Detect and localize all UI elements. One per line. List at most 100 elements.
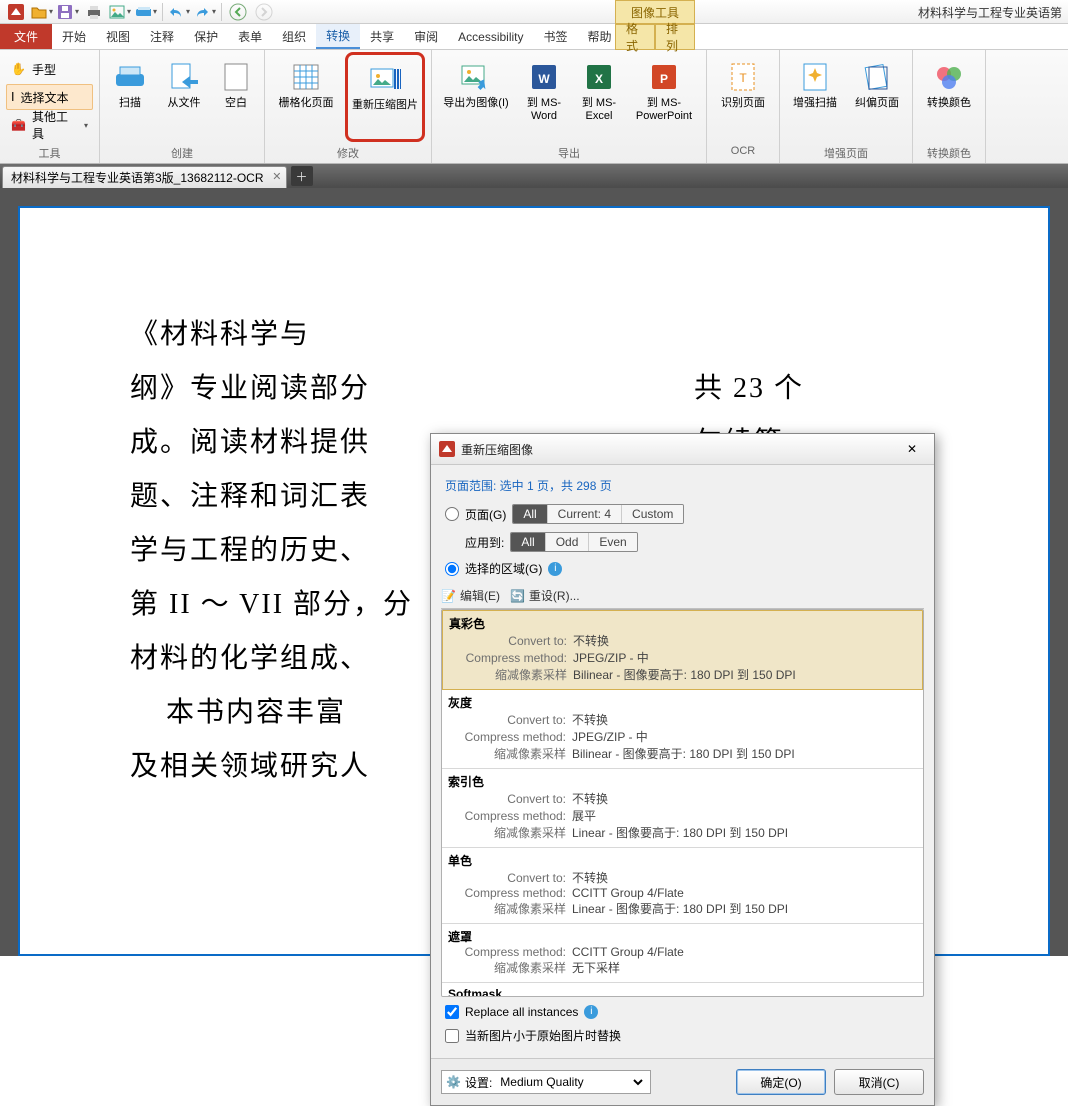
- section-head: 灰度: [448, 694, 917, 711]
- redo-icon[interactable]: ▾: [193, 2, 217, 22]
- label-pages: 页面(G): [465, 506, 506, 523]
- compression-section[interactable]: 真彩色Convert to:不转换Compress method:JPEG/ZI…: [442, 610, 923, 690]
- create-scan[interactable]: 扫描: [106, 52, 154, 142]
- print-icon[interactable]: [82, 2, 106, 22]
- menu-item-5[interactable]: 组织: [272, 24, 316, 49]
- create-blank[interactable]: 空白: [214, 52, 258, 142]
- menu-item-1[interactable]: 视图: [96, 24, 140, 49]
- menu-item-4[interactable]: 表单: [228, 24, 272, 49]
- enhance-scan[interactable]: 增强扫描: [786, 52, 844, 142]
- dialog-close-button[interactable]: ✕: [898, 439, 926, 459]
- compression-section[interactable]: 索引色Convert to:不转换Compress method:展平缩减像素采…: [442, 769, 923, 848]
- seg-pages-current[interactable]: Current: 4: [547, 505, 621, 523]
- menu-item-9[interactable]: Accessibility: [448, 24, 533, 49]
- ok-button[interactable]: 确定(O): [736, 1069, 826, 1095]
- compression-section[interactable]: 灰度Convert to:不转换Compress method:JPEG/ZIP…: [442, 690, 923, 769]
- recompress-dialog: 重新压缩图像 ✕ 页面范围: 选中 1 页，共 298 页 页面(G) All …: [430, 433, 935, 1106]
- dialog-titlebar[interactable]: 重新压缩图像 ✕: [431, 434, 934, 465]
- menu-format[interactable]: 格式: [615, 24, 655, 50]
- page-range-summary[interactable]: 页面范围: 选中 1 页，共 298 页: [445, 477, 924, 494]
- add-tab-button[interactable]: ＋: [291, 166, 313, 186]
- reset-button[interactable]: 🔄重设(R)...: [510, 587, 580, 604]
- recompress-icon: [369, 63, 401, 95]
- export-excel[interactable]: X到 MS-Excel: [574, 52, 624, 142]
- word-icon: W: [528, 61, 560, 93]
- close-tab-icon[interactable]: ✕: [272, 170, 281, 183]
- seg-apply-all[interactable]: All: [511, 533, 544, 551]
- check-replace-all[interactable]: [445, 1005, 459, 1019]
- undo-icon[interactable]: ▾: [167, 2, 191, 22]
- menu-item-7[interactable]: 共享: [360, 24, 404, 49]
- menu-item-6[interactable]: 转换: [316, 24, 360, 49]
- ribbon-group-color: 转换颜色: [919, 145, 979, 161]
- radio-pages[interactable]: [445, 507, 459, 521]
- scan-icon[interactable]: ▾: [134, 2, 158, 22]
- info-icon[interactable]: i: [548, 562, 562, 576]
- menu-item-2[interactable]: 注释: [140, 24, 184, 49]
- export-ppt[interactable]: P到 MS-PowerPoint: [628, 52, 700, 142]
- edit-button[interactable]: 📝编辑(E): [441, 587, 500, 604]
- blank-page-icon: [220, 61, 252, 93]
- compression-list[interactable]: 真彩色Convert to:不转换Compress method:JPEG/ZI…: [441, 609, 924, 997]
- nav-fwd-icon[interactable]: [252, 2, 276, 22]
- preset-select[interactable]: Medium Quality: [496, 1074, 646, 1090]
- compression-section[interactable]: 遮罩Compress method:CCITT Group 4/Flate缩减像…: [442, 924, 923, 983]
- deskew[interactable]: 纠偏页面: [848, 52, 906, 142]
- tool-hand[interactable]: ✋手型: [6, 56, 93, 82]
- menu-file[interactable]: 文件: [0, 24, 52, 49]
- ribbon-group-enhance: 增强页面: [786, 145, 906, 161]
- nav-back-icon[interactable]: [226, 2, 250, 22]
- gear-icon: ⚙️: [446, 1075, 461, 1089]
- doc-tab-title: 材料科学与工程专业英语第3版_13682112-OCR: [11, 169, 264, 186]
- compression-section[interactable]: 单色Convert to:不转换Compress method:CCITT Gr…: [442, 848, 923, 924]
- recompress-images[interactable]: 重新压缩图片: [345, 52, 425, 142]
- rasterize-pages[interactable]: 栅格化页面: [271, 52, 341, 142]
- info-icon[interactable]: i: [584, 1005, 598, 1019]
- scanner-icon: [114, 61, 146, 93]
- menu-item-8[interactable]: 审阅: [404, 24, 448, 49]
- seg-pages-custom[interactable]: Custom: [621, 505, 683, 523]
- convert-color[interactable]: 转换颜色: [919, 52, 979, 142]
- enhance-icon: [799, 61, 831, 93]
- tool-other[interactable]: 🧰其他工具▾: [6, 112, 93, 138]
- svg-text:P: P: [660, 72, 668, 86]
- export-word[interactable]: W到 MS-Word: [518, 52, 570, 142]
- excel-icon: X: [583, 61, 615, 93]
- seg-pages-all[interactable]: All: [513, 505, 546, 523]
- text-select-icon: Ⅰ: [11, 90, 15, 104]
- app-icon[interactable]: [4, 2, 28, 22]
- svg-text:T: T: [739, 71, 747, 85]
- ribbon-group-modify: 修改: [271, 145, 425, 161]
- dialog-title: 重新压缩图像: [461, 441, 892, 458]
- section-head: 索引色: [448, 773, 917, 790]
- section-head: 遮罩: [448, 928, 917, 945]
- seg-apply-odd[interactable]: Odd: [545, 533, 589, 551]
- menu-item-0[interactable]: 开始: [52, 24, 96, 49]
- label-replace-all: Replace all instances: [465, 1005, 578, 1019]
- menu-item-3[interactable]: 保护: [184, 24, 228, 49]
- ocr-recognize[interactable]: T识别页面: [713, 52, 773, 142]
- image-icon[interactable]: ▾: [108, 2, 132, 22]
- label-apply: 应用到:: [465, 534, 504, 551]
- doc-tab[interactable]: 材料科学与工程专业英语第3版_13682112-OCR ✕: [2, 166, 287, 188]
- rasterize-icon: [290, 61, 322, 93]
- tool-select-text[interactable]: Ⅰ选择文本: [6, 84, 93, 110]
- compression-section[interactable]: SoftmaskCompress method:JPEG/ZIP - 高缩减像素…: [442, 983, 923, 997]
- ocr-icon: T: [727, 61, 759, 93]
- ppt-icon: P: [648, 61, 680, 93]
- save-icon[interactable]: ▾: [56, 2, 80, 22]
- seg-apply-even[interactable]: Even: [588, 533, 636, 551]
- export-as-image[interactable]: 导出为图像(I): [438, 52, 514, 142]
- preset-selector[interactable]: ⚙️ 设置: Medium Quality: [441, 1070, 651, 1094]
- radio-selected-region[interactable]: [445, 562, 459, 576]
- menu-item-10[interactable]: 书签: [534, 24, 578, 49]
- open-icon[interactable]: ▾: [30, 2, 54, 22]
- cancel-button[interactable]: 取消(C): [834, 1069, 924, 1095]
- svg-text:W: W: [538, 72, 550, 86]
- check-replace-smaller[interactable]: [445, 1029, 459, 1043]
- app-title: 材料科学与工程专业英语第: [918, 4, 1062, 21]
- color-icon: [933, 61, 965, 93]
- hand-icon: ✋: [11, 62, 26, 76]
- create-from-file[interactable]: 从文件: [158, 52, 210, 142]
- menu-arrange[interactable]: 排列: [655, 24, 695, 50]
